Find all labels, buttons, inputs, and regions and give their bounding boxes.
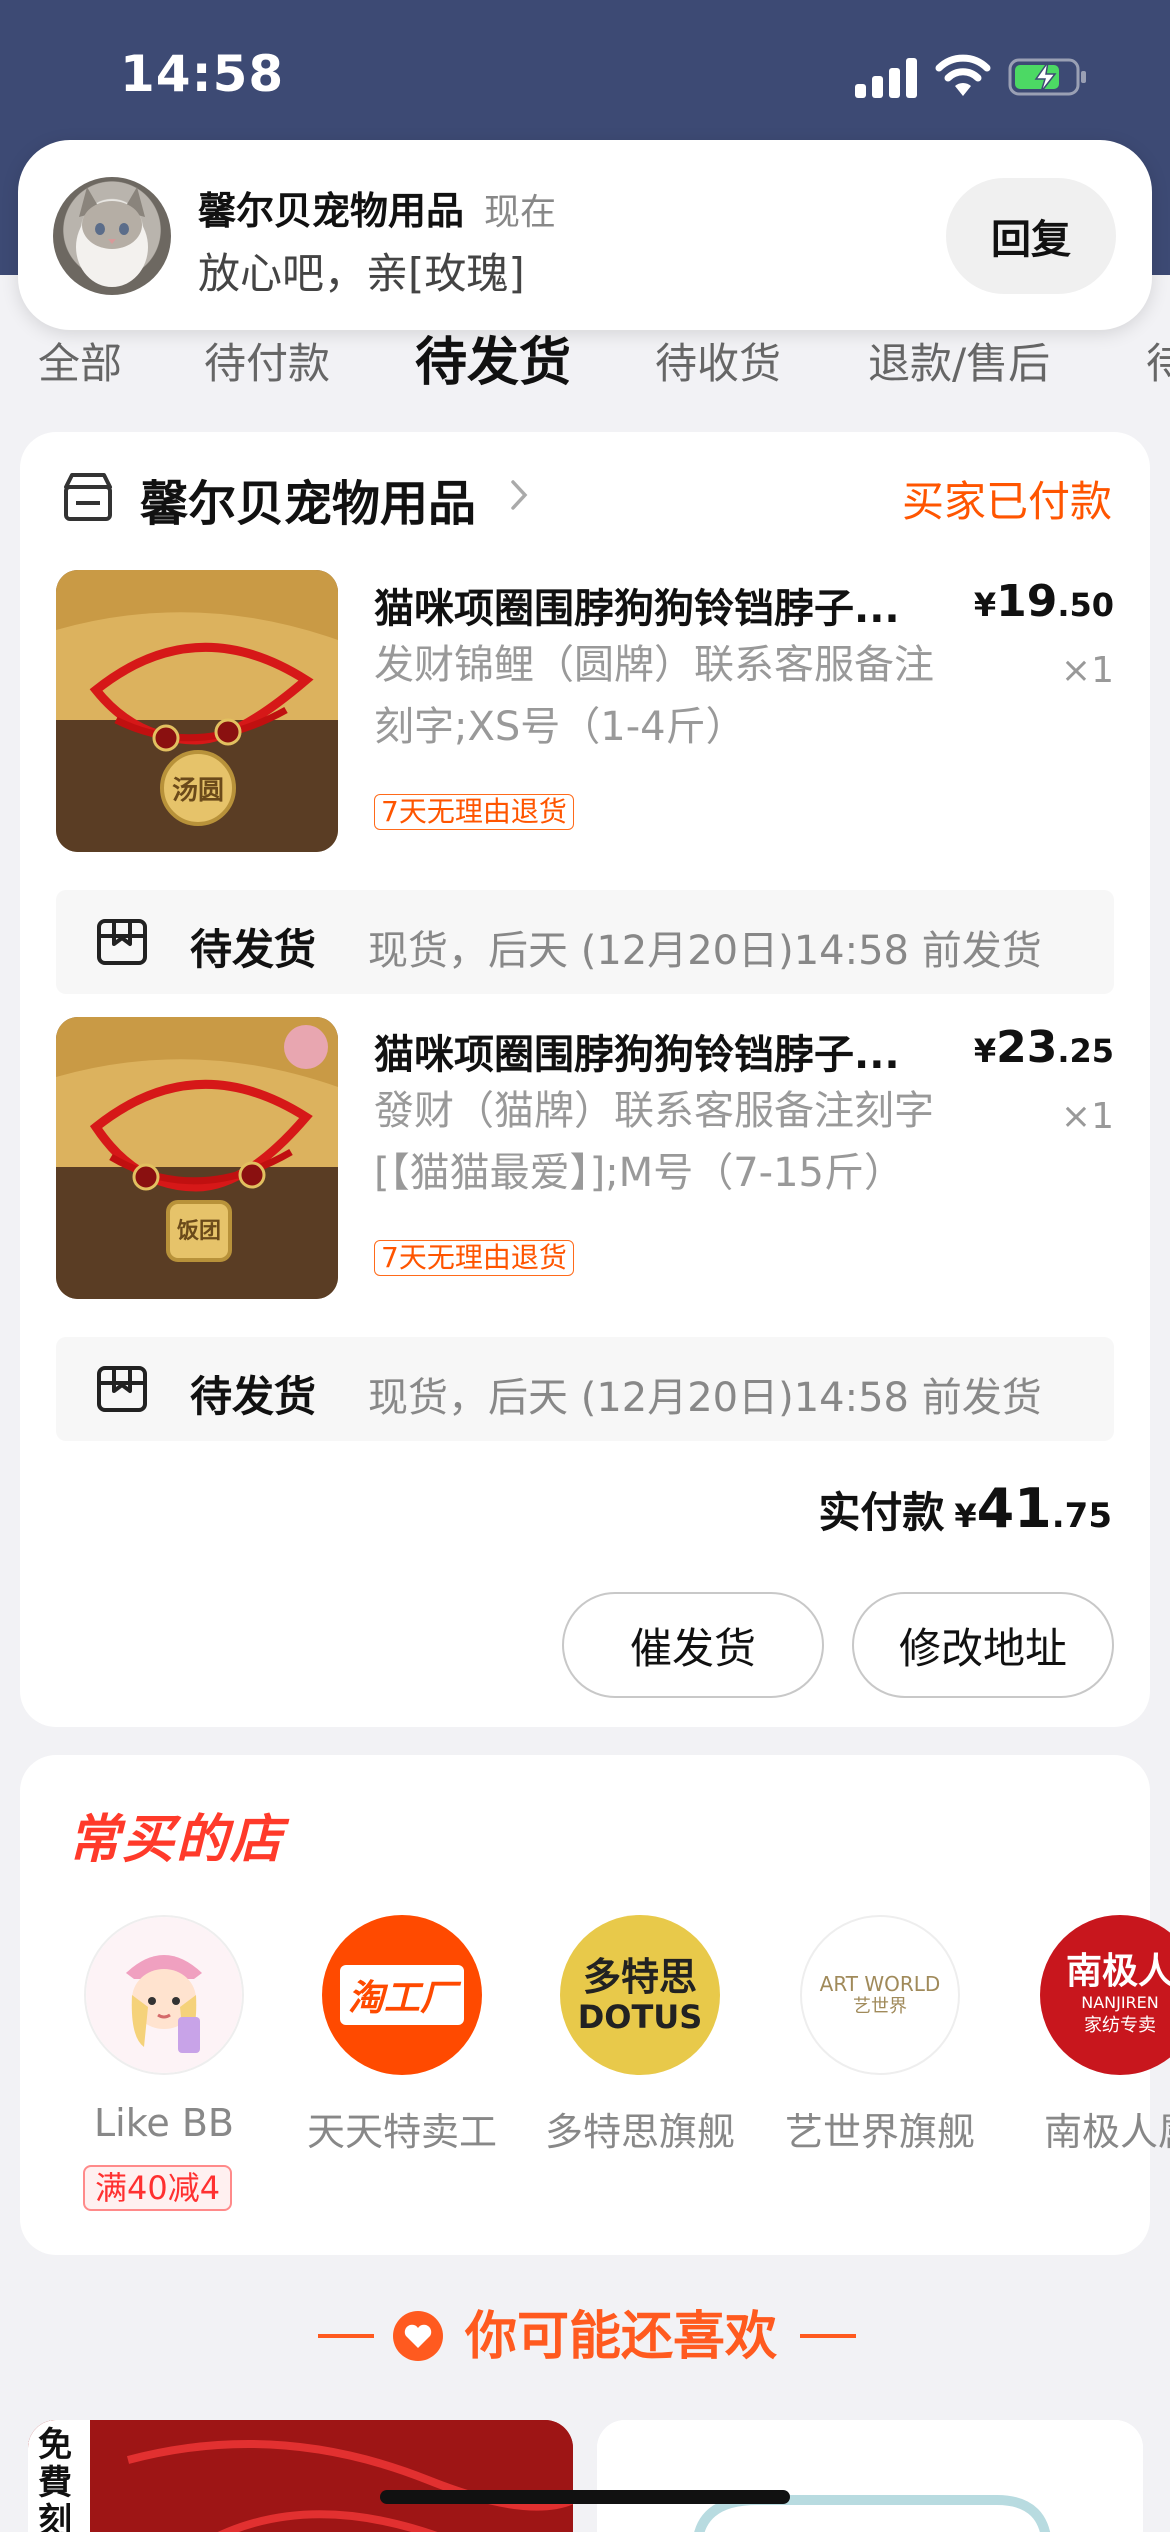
notification-time: 现在 [484, 192, 557, 233]
store-icon [64, 473, 112, 521]
tab-pending-review[interactable]: 待 [1146, 330, 1170, 391]
shop-logo[interactable]: 多特思 DOTUS [560, 1915, 720, 2075]
reply-button[interactable]: 回复 [946, 178, 1116, 294]
total-decimal: .75 [1051, 1496, 1112, 1536]
price-symbol: ¥ [973, 586, 997, 624]
avatar [53, 177, 171, 295]
chevron-right-icon [511, 480, 528, 510]
price-decimal: .50 [1057, 586, 1114, 624]
product-quantity: ×1 [1060, 650, 1114, 691]
shop-logo-text: 多特思 [582, 1955, 697, 1999]
heart-icon [393, 2311, 443, 2361]
shop-name[interactable]: 南极人属 [1000, 2101, 1170, 2156]
package-icon [97, 1366, 147, 1412]
notification-sender: 馨尔贝宠物用品 现在 [198, 180, 556, 235]
shop-name[interactable]: 艺世界旗舰 [760, 2101, 1000, 2156]
notification-shop-name: 馨尔贝宠物用品 [198, 189, 465, 233]
refund-policy-tag: 7天无理由退货 [374, 1240, 574, 1276]
product-image[interactable]: 饭团 [56, 1017, 338, 1299]
product-spec-line: [【猫猫最爱】];M号（7-15斤） [374, 1150, 904, 1196]
recommend-title: 你可能还喜欢 [465, 2307, 778, 2367]
wifi-icon [935, 54, 991, 96]
order-total: 实付款 ¥41.75 [818, 1477, 1112, 1540]
shipping-estimate: 现货，后天 (12月20日)14:58 前发货 [368, 928, 1042, 974]
total-symbol: ¥ [954, 1497, 977, 1535]
shop-name[interactable]: 多特思旗舰 [520, 2101, 760, 2156]
shop-promo-badge: 满40减4 [83, 2165, 233, 2211]
shop-logo-text: DOTUS [577, 1998, 703, 2036]
product-price: ¥19.50 [974, 576, 1114, 627]
shop-name[interactable]: 天天特卖工 [282, 2101, 522, 2156]
price-symbol: ¥ [973, 1032, 997, 1070]
notification-message: 放心吧，亲[玫瑰] [198, 249, 525, 298]
home-indicator [380, 2490, 790, 2504]
order-card: 馨尔贝宠物用品 买家已付款 汤圆 猫咪项圈围脖狗狗铃铛脖子... ¥19.50 … [20, 432, 1150, 1727]
pendant-engraving: 饭团 [176, 1219, 221, 1244]
shop-logo-text: 南极人 [1065, 1951, 1170, 1992]
shop-logo-text: NANJIREN [1081, 1993, 1159, 2012]
shop-logo-text: 艺世界 [853, 1996, 907, 2017]
shop-logo[interactable]: ART WORLD 艺世界 [800, 1915, 960, 2075]
tab-all[interactable]: 全部 [38, 330, 122, 391]
price-integer: 23 [996, 1022, 1058, 1073]
price-integer: 19 [996, 576, 1058, 627]
product-image[interactable]: 汤圆 [56, 570, 338, 852]
shipping-estimate: 现货，后天 (12月20日)14:58 前发货 [368, 1375, 1042, 1421]
total-label: 实付款 [818, 1488, 945, 1537]
store-name-link[interactable]: 馨尔贝宠物用品 [140, 464, 476, 534]
urge-shipment-button[interactable]: 催发货 [562, 1592, 824, 1698]
recommend-card-label: 免費刻字 [38, 2425, 72, 2532]
tab-refund-aftersale[interactable]: 退款/售后 [868, 330, 1050, 391]
product-price: ¥23.25 [974, 1022, 1114, 1073]
shop-logo[interactable]: 淘工厂 [322, 1915, 482, 2075]
tab-pending-payment[interactable]: 待付款 [204, 330, 330, 391]
price-decimal: .25 [1057, 1032, 1114, 1070]
recommend-product-card[interactable]: 免費刻字 [28, 2420, 573, 2532]
tab-pending-shipment[interactable]: 待发货 [415, 320, 571, 395]
product-spec-line: 发财锦鲤（圆牌）联系客服备注 [374, 642, 934, 688]
product-spec-line: 發财（猫牌）联系客服备注刻字 [374, 1088, 934, 1134]
product-title[interactable]: 猫咪项圈围脖狗狗铃铛脖子... [374, 1022, 900, 1080]
order-tabs: 全部 待付款 待发货 待收货 退款/售后 待 [0, 320, 1170, 400]
shipping-status: 待发货 [190, 925, 317, 974]
frequent-shops-card: 常买的店 Like BB 满40减4 淘工厂 天天特卖工 多特思 DOTUS 多… [20, 1755, 1170, 2255]
message-notification[interactable]: 馨尔贝宠物用品 现在 放心吧，亲[玫瑰] 回复 [18, 140, 1152, 330]
pendant-engraving: 汤圆 [171, 776, 224, 806]
battery-charging-icon [1008, 58, 1086, 96]
change-address-button[interactable]: 修改地址 [852, 1592, 1114, 1698]
package-icon [97, 919, 147, 965]
shipping-info-row[interactable]: 待发货 现货，后天 (12月20日)14:58 前发货 [56, 1337, 1114, 1441]
refund-policy-tag: 7天无理由退货 [374, 794, 574, 830]
tab-pending-receipt[interactable]: 待收货 [655, 330, 781, 391]
order-status: 买家已付款 [901, 477, 1112, 526]
product-spec-line: 刻字;XS号（1-4斤） [374, 704, 746, 750]
product-quantity: ×1 [1060, 1096, 1114, 1137]
shop-name[interactable]: Like BB [44, 2101, 284, 2145]
shipping-info-row[interactable]: 待发货 现货，后天 (12月20日)14:58 前发货 [56, 890, 1114, 994]
product-title[interactable]: 猫咪项圈围脖狗狗铃铛脖子... [374, 576, 900, 634]
status-time: 14:58 [120, 45, 285, 103]
shop-logo-text: 家纺专卖 [1084, 2015, 1156, 2036]
total-integer: 41 [976, 1477, 1052, 1540]
product-spec: 發财（猫牌）联系客服备注刻字 [【猫猫最爱】];M号（7-15斤） [374, 1080, 1014, 1204]
shop-logo[interactable]: 南极人 NANJIREN 家纺专卖 [1040, 1915, 1170, 2075]
shop-logo-text: ART WORLD [819, 1972, 941, 1996]
decorative-line [800, 2334, 856, 2338]
shop-logo[interactable] [84, 1915, 244, 2075]
decorative-line [318, 2334, 374, 2338]
frequent-shops-title: 常买的店 [68, 1810, 285, 1870]
shipping-status: 待发货 [190, 1372, 317, 1421]
recommend-product-card[interactable] [597, 2420, 1143, 2532]
product-spec: 发财锦鲤（圆牌）联系客服备注 刻字;XS号（1-4斤） [374, 634, 1014, 758]
shop-logo-text: 淘工厂 [339, 1965, 464, 2025]
cellular-signal-icon [855, 58, 917, 98]
